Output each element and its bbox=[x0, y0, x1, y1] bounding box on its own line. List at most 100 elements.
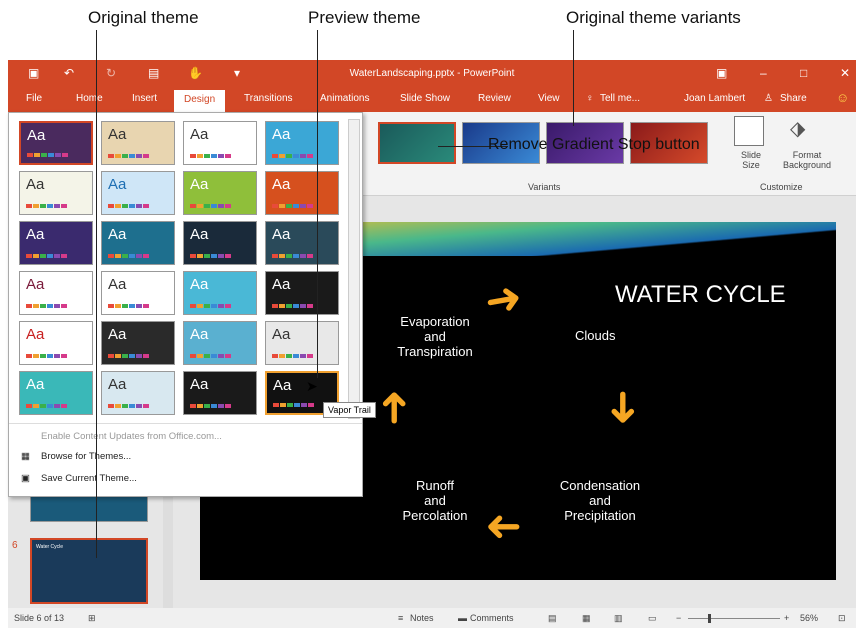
slideshow-icon[interactable]: ▭ bbox=[648, 613, 657, 624]
theme-thumb[interactable]: Aa bbox=[183, 121, 257, 165]
theme-thumb[interactable]: Aa bbox=[101, 171, 175, 215]
comments-icon[interactable]: ▬ bbox=[458, 613, 467, 623]
swatch bbox=[211, 254, 217, 258]
theme-thumb[interactable]: Aa bbox=[19, 321, 93, 365]
theme-thumb[interactable]: Aa bbox=[19, 371, 93, 415]
zoom-slider[interactable] bbox=[688, 618, 780, 619]
swatch bbox=[272, 354, 278, 358]
swatch bbox=[307, 254, 313, 258]
swatch bbox=[47, 354, 53, 358]
theme-thumb[interactable]: Aa bbox=[101, 121, 175, 165]
theme-thumb[interactable]: Aa bbox=[265, 321, 339, 365]
format-background-icon[interactable]: ⬗ bbox=[790, 116, 814, 144]
tab-review[interactable]: Review bbox=[478, 93, 511, 104]
theme-thumb[interactable]: Aa bbox=[265, 121, 339, 165]
close-icon[interactable]: ✕ bbox=[840, 66, 850, 80]
zoom-out-icon[interactable]: − bbox=[676, 613, 681, 623]
theme-thumb[interactable]: Aa bbox=[19, 221, 93, 265]
notes-icon[interactable]: ≡ bbox=[398, 613, 403, 623]
theme-thumb[interactable]: Aa bbox=[183, 221, 257, 265]
swatch bbox=[190, 304, 196, 308]
theme-thumb-label: Aa bbox=[190, 226, 209, 243]
user-name[interactable]: Joan Lambert bbox=[684, 93, 745, 104]
theme-thumb[interactable]: Aa bbox=[19, 171, 93, 215]
swatch bbox=[47, 254, 53, 258]
zoom-level[interactable]: 56% bbox=[800, 613, 818, 623]
theme-thumb[interactable]: Aa bbox=[183, 371, 257, 415]
normal-view-icon[interactable]: ▤ bbox=[548, 613, 557, 624]
theme-thumb[interactable]: Aa bbox=[19, 271, 93, 315]
callout-line-preview bbox=[317, 30, 318, 378]
slide-size-icon[interactable] bbox=[734, 116, 764, 146]
swatch bbox=[300, 154, 306, 158]
theme-color-swatches bbox=[190, 304, 231, 308]
reading-view-icon[interactable]: ▥ bbox=[614, 613, 623, 624]
format-background-button[interactable]: Format Background bbox=[778, 150, 836, 170]
theme-thumb[interactable]: Aa bbox=[183, 171, 257, 215]
theme-thumb[interactable]: Aa bbox=[183, 321, 257, 365]
swatch bbox=[204, 154, 210, 158]
maximize-icon[interactable]: □ bbox=[800, 66, 807, 80]
share-button[interactable]: Share bbox=[780, 93, 807, 104]
fit-slide-icon[interactable]: ⊡ bbox=[838, 613, 846, 624]
tab-slide-show[interactable]: Slide Show bbox=[400, 93, 450, 104]
zoom-slider-thumb[interactable] bbox=[708, 614, 711, 623]
menu-save-theme[interactable]: Save Current Theme... bbox=[41, 473, 137, 484]
slide-size-button[interactable]: Slide Size bbox=[734, 150, 768, 170]
tab-home[interactable]: Home bbox=[76, 93, 103, 104]
theme-color-swatches bbox=[26, 254, 67, 258]
swatch bbox=[300, 354, 306, 358]
swatch bbox=[47, 304, 53, 308]
theme-thumb[interactable]: Aa bbox=[101, 271, 175, 315]
slide-counter: Slide 6 of 13 bbox=[14, 613, 65, 623]
swatch bbox=[26, 254, 32, 258]
theme-thumb[interactable]: Aa bbox=[101, 221, 175, 265]
swatch bbox=[211, 154, 217, 158]
theme-thumb[interactable]: Aa bbox=[19, 121, 93, 165]
theme-thumb[interactable]: Aa bbox=[183, 271, 257, 315]
theme-thumb-label: Aa bbox=[108, 226, 127, 243]
menu-browse-themes[interactable]: Browse for Themes... bbox=[41, 451, 131, 462]
tab-transitions[interactable]: Transitions bbox=[244, 93, 293, 104]
share-icon[interactable]: ♙ bbox=[764, 93, 773, 104]
theme-thumb[interactable]: Aa bbox=[265, 171, 339, 215]
slide-thumb-6[interactable]: Water Cycle bbox=[30, 538, 148, 604]
theme-thumb-label: Aa bbox=[108, 126, 127, 143]
notes-button[interactable]: Notes bbox=[410, 613, 434, 623]
tab-file[interactable]: File bbox=[26, 93, 42, 104]
swatch bbox=[129, 404, 135, 408]
slide-sorter-icon[interactable]: ▦ bbox=[582, 613, 591, 624]
tell-me-box[interactable]: Tell me... bbox=[600, 93, 640, 104]
theme-thumb-label: Aa bbox=[272, 326, 291, 343]
swatch bbox=[129, 354, 135, 358]
label-evaporation: Evaporation and Transpiration bbox=[390, 314, 480, 359]
run-line-3: Percolation bbox=[402, 508, 468, 523]
zoom-in-icon[interactable]: + bbox=[784, 613, 789, 623]
theme-thumb[interactable]: Aa bbox=[101, 371, 175, 415]
comments-button[interactable]: Comments bbox=[470, 613, 514, 623]
minimize-icon[interactable]: – bbox=[760, 66, 767, 80]
swatch bbox=[115, 254, 121, 258]
gallery-scrollbar[interactable] bbox=[348, 119, 360, 419]
theme-color-swatches bbox=[190, 204, 231, 208]
swatch bbox=[40, 254, 46, 258]
theme-thumb[interactable]: Aa bbox=[265, 221, 339, 265]
smiley-icon[interactable]: ☺ bbox=[836, 90, 849, 105]
spellcheck-icon[interactable]: ⊞ bbox=[88, 613, 96, 624]
theme-color-swatches bbox=[272, 354, 313, 358]
tab-animations[interactable]: Animations bbox=[320, 93, 369, 104]
swatch bbox=[40, 404, 46, 408]
variant-1[interactable] bbox=[378, 122, 456, 164]
ribbon-display-icon[interactable]: ▣ bbox=[716, 66, 727, 80]
tab-design[interactable]: Design bbox=[174, 90, 226, 112]
tab-view[interactable]: View bbox=[538, 93, 560, 104]
swatch bbox=[40, 354, 46, 358]
swatch bbox=[40, 204, 46, 208]
tab-insert[interactable]: Insert bbox=[132, 93, 157, 104]
swatch bbox=[197, 354, 203, 358]
theme-thumb[interactable]: Aa bbox=[265, 271, 339, 315]
customize-group-label: Customize bbox=[760, 182, 803, 192]
theme-thumb[interactable]: Aa bbox=[101, 321, 175, 365]
swatch bbox=[280, 403, 286, 407]
tell-me-icon[interactable]: ♀ bbox=[586, 93, 594, 104]
